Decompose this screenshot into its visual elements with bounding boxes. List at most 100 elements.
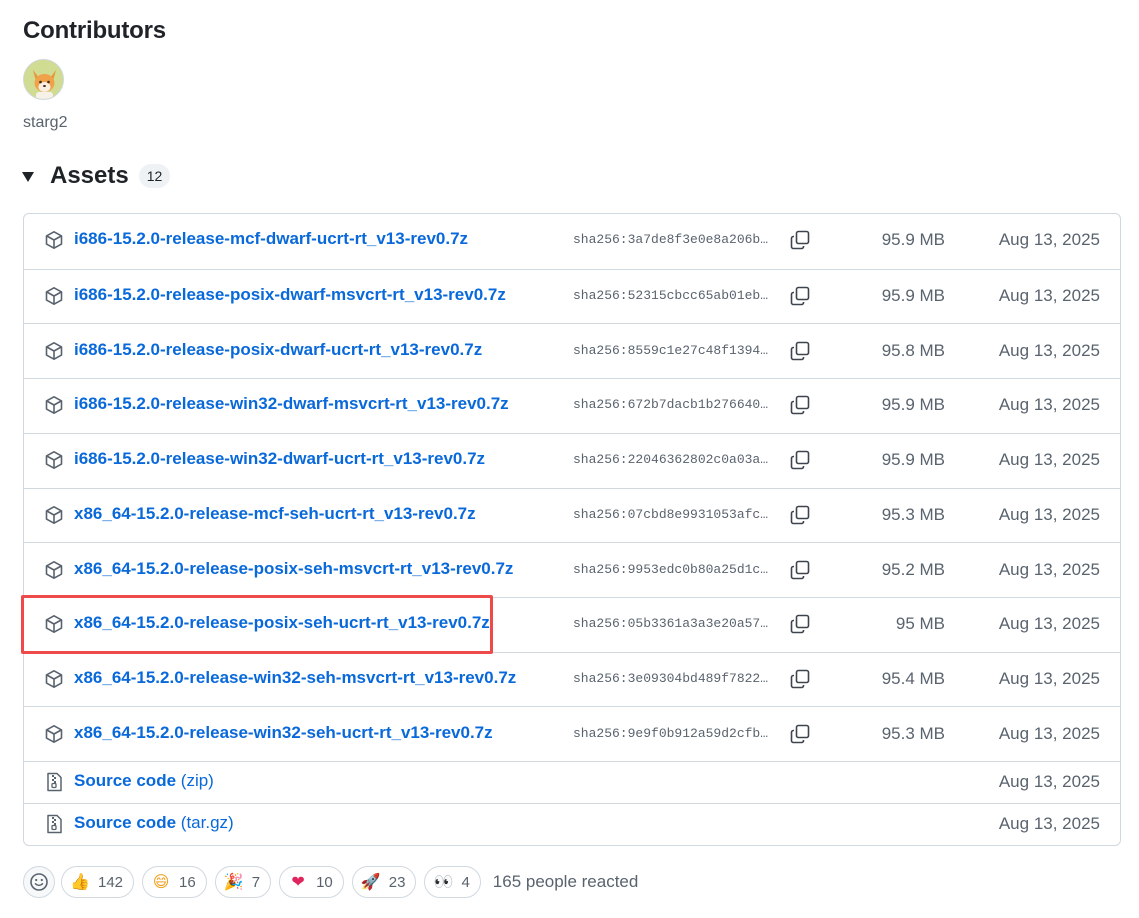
source-format: (zip) — [180, 771, 214, 790]
assets-count-badge: 12 — [138, 164, 171, 188]
package-icon — [44, 450, 64, 470]
source-format: (tar.gz) — [180, 813, 234, 832]
smiley-icon — [30, 873, 48, 891]
asset-size: 95.3 MB — [881, 504, 945, 524]
asset-row: x86_64-15.2.0-release-win32-seh-ucrt-rt_… — [24, 706, 1120, 761]
asset-link[interactable]: i686-15.2.0-release-posix-dwarf-ucrt-rt_… — [74, 340, 482, 360]
package-icon — [44, 560, 64, 580]
copy-icon[interactable] — [789, 504, 811, 526]
eyes-icon: 👀 — [433, 874, 454, 891]
asset-link[interactable]: x86_64-15.2.0-release-win32-seh-msvcrt-r… — [74, 668, 516, 688]
source-date: Aug 13, 2025 — [998, 772, 1100, 791]
reactions-bar: 👍 142 😄 16 🎉 7 ❤ 10 🚀 23 👀 4 165 people reacted — [23, 866, 638, 898]
laugh-icon: 😄 — [152, 874, 170, 891]
asset-sha256: sha256:9953edc0b80a25d1c… — [573, 561, 769, 577]
package-icon — [44, 669, 64, 689]
asset-date: Aug 13, 2025 — [998, 230, 1100, 250]
source-label: Source code — [74, 813, 177, 832]
asset-link[interactable]: x86_64-15.2.0-release-posix-seh-msvcrt-r… — [74, 559, 513, 579]
package-icon — [44, 614, 64, 634]
reactions-summary: 165 people reacted — [492, 872, 639, 891]
asset-sha256: sha256:3a7de8f3e0e8a206b… — [573, 232, 769, 248]
asset-link[interactable]: x86_64-15.2.0-release-win32-seh-ucrt-rt_… — [74, 723, 493, 743]
copy-icon[interactable] — [789, 285, 811, 307]
copy-icon[interactable] — [789, 340, 811, 362]
asset-row: i686-15.2.0-release-mcf-dwarf-ucrt-rt_v1… — [24, 214, 1120, 269]
fox-avatar-icon — [24, 60, 63, 99]
reaction-rocket[interactable]: 🚀 23 — [351, 866, 417, 898]
asset-sha256: sha256:52315cbcc65ab01eb… — [573, 288, 769, 304]
copy-icon[interactable] — [789, 723, 811, 745]
asset-sha256: sha256:05b3361a3a3e20a57… — [573, 616, 769, 632]
copy-icon[interactable] — [789, 668, 811, 690]
copy-icon[interactable] — [789, 449, 811, 471]
asset-sha256: sha256:22046362802c0a03a… — [573, 452, 769, 468]
avatar[interactable] — [23, 59, 64, 100]
contributor-name[interactable]: starg2 — [23, 114, 67, 132]
asset-size: 95.3 MB — [881, 723, 945, 743]
asset-sha256: sha256:9e9f0b912a59d2cfb… — [573, 725, 769, 741]
asset-link[interactable]: i686-15.2.0-release-mcf-dwarf-ucrt-rt_v1… — [74, 229, 468, 249]
reaction-count: 7 — [251, 873, 261, 891]
reaction-laugh[interactable]: 😄 16 — [142, 866, 207, 898]
reaction-thumbs-up[interactable]: 👍 142 — [61, 866, 135, 898]
asset-sha256: sha256:07cbd8e9931053afc… — [573, 506, 769, 522]
asset-size: 95.9 MB — [881, 450, 945, 470]
reaction-count: 16 — [179, 873, 196, 891]
asset-row: x86_64-15.2.0-release-win32-seh-msvcrt-r… — [24, 651, 1120, 707]
asset-date: Aug 13, 2025 — [998, 286, 1100, 306]
asset-date: Aug 13, 2025 — [998, 614, 1100, 634]
heart-icon: ❤ — [291, 874, 305, 891]
asset-link[interactable]: i686-15.2.0-release-win32-dwarf-msvcrt-r… — [74, 394, 509, 414]
package-icon — [44, 724, 64, 744]
asset-link[interactable]: x86_64-15.2.0-release-posix-seh-ucrt-rt_… — [74, 613, 490, 633]
rocket-icon: 🚀 — [360, 874, 381, 891]
asset-link[interactable]: i686-15.2.0-release-win32-dwarf-ucrt-rt_… — [74, 449, 485, 469]
asset-link[interactable]: i686-15.2.0-release-posix-dwarf-msvcrt-r… — [74, 285, 506, 305]
asset-size: 95.2 MB — [881, 559, 945, 579]
asset-size: 95 MB — [895, 614, 945, 634]
asset-date: Aug 13, 2025 — [998, 395, 1100, 415]
package-icon — [44, 230, 64, 250]
assets-toggle[interactable]: Assets 12 — [22, 160, 171, 192]
asset-row: i686-15.2.0-release-posix-dwarf-ucrt-rt_… — [24, 323, 1120, 378]
asset-row: i686-15.2.0-release-win32-dwarf-msvcrt-r… — [24, 378, 1120, 433]
reaction-count: 142 — [98, 873, 124, 891]
asset-date: Aug 13, 2025 — [998, 340, 1100, 360]
file-zip-icon — [45, 814, 63, 834]
assets-heading: Assets — [50, 162, 129, 189]
source-row: Source code (tar.gz) Aug 13, 2025 — [24, 803, 1120, 845]
asset-sha256: sha256:672b7dacb1b276640… — [573, 397, 769, 413]
asset-link[interactable]: x86_64-15.2.0-release-mcf-seh-ucrt-rt_v1… — [74, 504, 476, 524]
file-zip-icon — [45, 772, 63, 792]
package-icon — [44, 395, 64, 415]
reaction-heart[interactable]: ❤ 10 — [279, 866, 344, 898]
copy-icon[interactable] — [789, 559, 811, 581]
asset-size: 95.9 MB — [881, 230, 945, 250]
source-code-link[interactable]: Source code (tar.gz) — [74, 813, 234, 833]
reaction-eyes[interactable]: 👀 4 — [424, 866, 481, 898]
reaction-count: 23 — [388, 873, 406, 891]
copy-icon[interactable] — [789, 613, 811, 635]
source-row: Source code (zip) Aug 13, 2025 — [24, 761, 1120, 803]
reaction-count: 10 — [316, 873, 333, 891]
asset-row: x86_64-15.2.0-release-posix-seh-msvcrt-r… — [24, 542, 1120, 597]
add-reaction-button[interactable] — [23, 866, 55, 898]
copy-icon[interactable] — [789, 229, 811, 251]
thumbs-up-icon: 👍 — [70, 874, 90, 891]
source-date: Aug 13, 2025 — [998, 814, 1100, 833]
caret-down-icon — [22, 172, 34, 182]
asset-date: Aug 13, 2025 — [998, 504, 1100, 524]
asset-row: i686-15.2.0-release-win32-dwarf-ucrt-rt_… — [24, 432, 1120, 488]
source-code-link[interactable]: Source code (zip) — [74, 771, 214, 791]
asset-size: 95.4 MB — [881, 668, 945, 688]
asset-size: 95.9 MB — [881, 395, 945, 415]
package-icon — [44, 341, 64, 361]
reaction-hooray[interactable]: 🎉 7 — [214, 866, 272, 898]
package-icon — [44, 286, 64, 306]
asset-sha256: sha256:3e09304bd489f7822… — [573, 670, 769, 686]
asset-date: Aug 13, 2025 — [998, 723, 1100, 743]
asset-date: Aug 13, 2025 — [998, 668, 1100, 688]
package-icon — [44, 505, 64, 525]
copy-icon[interactable] — [789, 394, 811, 416]
